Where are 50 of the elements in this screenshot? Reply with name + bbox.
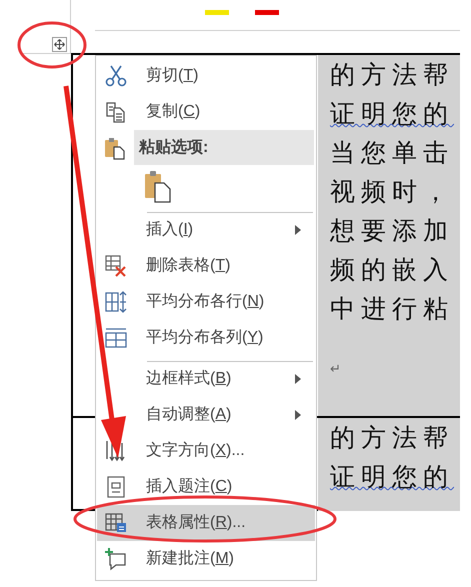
paragraph-mark: ↵ — [330, 360, 341, 378]
menu-item-label: 平均分布各列(Y) — [146, 328, 264, 348]
submenu-arrow-icon — [295, 374, 301, 384]
table-cell-text: 证明您的 — [330, 462, 454, 493]
distribute-rows-icon — [104, 291, 128, 313]
paste-options-heading: 粘贴选项: — [134, 130, 314, 165]
menu-item-label: 新建批注(M) — [146, 548, 234, 569]
scissors-icon — [105, 64, 127, 88]
menu-item[interactable]: 平均分布各行(N) — [97, 284, 315, 320]
table-cell-text: 的方法帮 — [330, 423, 454, 454]
menu-item-label: 表格属性(R)... — [146, 512, 246, 533]
table-move-handle[interactable] — [52, 37, 67, 52]
menu-item-label: 边框样式(B) — [146, 368, 232, 389]
table-cell-text: 证明您的 — [330, 99, 454, 130]
menu-item-label: 插入(I) — [146, 220, 194, 240]
delete-table-icon — [104, 254, 128, 278]
menu-item[interactable]: 删除表格(T) — [97, 248, 315, 284]
new-comment-icon — [104, 547, 128, 571]
menu-item-label: 删除表格(T) — [146, 256, 230, 276]
submenu-arrow-icon — [295, 225, 301, 235]
menu-item[interactable]: 表格属性(R)... — [97, 505, 315, 541]
menu-item-label: 剪切(T) — [146, 66, 198, 86]
table-cell-text: 中进行粘 — [330, 294, 454, 325]
highlight-color-icon[interactable] — [205, 10, 229, 15]
table-cell-text: 的方法帮 — [330, 60, 454, 91]
table-cell-text: 想要添加 — [330, 216, 454, 247]
distribute-columns-icon — [104, 327, 128, 349]
table-cell-text: 当您单击 — [330, 138, 454, 169]
caption-icon — [105, 475, 127, 499]
font-color-icon[interactable] — [255, 10, 279, 15]
copy-icon — [105, 101, 127, 123]
clipboard-icon — [104, 136, 126, 160]
menu-item-label: 插入题注(C) — [146, 476, 232, 497]
menu-item[interactable]: 自动调整(A) — [97, 397, 315, 433]
table-properties-icon — [104, 512, 128, 534]
submenu-arrow-icon — [295, 410, 301, 420]
menu-item[interactable]: 剪切(T) — [97, 58, 315, 94]
menu-item[interactable]: 新建批注(M) — [97, 541, 315, 577]
menu-item-label: 复制(C) — [146, 102, 200, 122]
menu-item[interactable]: 边框样式(B) — [97, 361, 315, 397]
menu-item[interactable]: 插入题注(C) — [97, 469, 315, 505]
menu-item-label: 文字方向(X)... — [146, 440, 245, 461]
menu-item[interactable]: 复制(C) — [97, 94, 315, 130]
menu-item[interactable]: 插入(I) — [97, 212, 315, 248]
annotation-circle — [18, 22, 86, 68]
table-cell-text: 视频时， — [330, 177, 454, 208]
menu-item[interactable]: 平均分布各列(Y) — [97, 320, 315, 356]
table-cell-text: 频的嵌入 — [330, 255, 454, 286]
menu-item-label: 自动调整(A) — [146, 405, 232, 425]
menu-item-label: 平均分布各行(N) — [146, 292, 264, 312]
